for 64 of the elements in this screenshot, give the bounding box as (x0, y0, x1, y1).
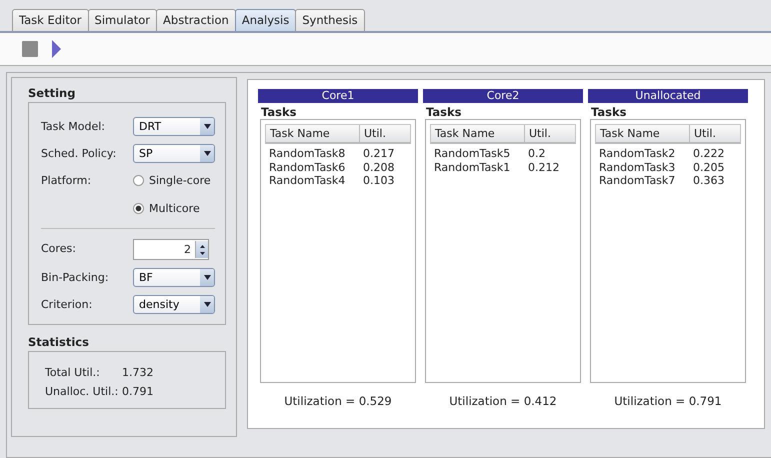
table-cell-text: RandomTask6 (268, 160, 346, 174)
table-cell-text: RandomTask1 (433, 160, 512, 174)
tab[interactable]: Task Editor (12, 9, 89, 31)
spinner-field[interactable]: 2 (133, 239, 209, 260)
field-label: Sched. Policy: (41, 146, 118, 162)
tab[interactable]: Abstraction (156, 9, 236, 31)
table-cell-text: RandomTask7 (598, 174, 676, 188)
radio-label[interactable]: Single-core (149, 171, 211, 190)
caret-icon (204, 275, 210, 280)
core-header: Unallocated (588, 89, 748, 103)
table-cell-text: 0.222 (692, 147, 726, 160)
stat-value: 0.791 (122, 385, 154, 398)
column-header[interactable]: Util. (360, 125, 410, 142)
core-header: Core2 (423, 89, 583, 103)
stop-icon[interactable] (20, 39, 40, 59)
utilization-text: Utilization = 0.412 (448, 394, 558, 408)
play-icon[interactable] (50, 39, 62, 59)
tasks-label: Tasks (425, 104, 462, 119)
table-cell-text: 0.363 (692, 174, 726, 188)
table-cell-text: RandomTask3 (598, 160, 676, 174)
column-header[interactable]: Task Name (266, 125, 360, 142)
table-cell-text: 0.208 (362, 160, 396, 174)
stat-label: Total Util.: (45, 366, 101, 379)
utilization-text: Utilization = 0.529 (283, 394, 393, 408)
tasks-label: Tasks (260, 104, 298, 119)
stat-label: Unalloc. Util.: (45, 385, 120, 398)
table-cell-text: 0.2 (527, 147, 546, 160)
table-cell-text: 0.217 (362, 147, 396, 160)
tasks-label: Tasks (590, 104, 628, 119)
caret-icon (204, 302, 210, 307)
stat-value: 1.732 (122, 366, 154, 379)
field-label: Task Model: (41, 119, 106, 135)
field-label: Criterion: (41, 297, 94, 313)
column-header[interactable]: Task Name (596, 125, 690, 142)
field-label: Cores: (41, 241, 77, 257)
utilization-text: Utilization = 0.791 (613, 394, 723, 408)
dropdown[interactable]: SP (133, 144, 215, 163)
table-cell-text: RandomTask4 (268, 174, 346, 188)
table-cell-text: RandomTask2 (598, 147, 676, 160)
tab[interactable]: Synthesis (295, 9, 365, 31)
caret-icon (204, 151, 210, 156)
dropdown[interactable]: density (133, 295, 215, 314)
column-header[interactable]: Task Name (431, 125, 525, 142)
tab[interactable]: Analysis (234, 9, 296, 31)
dropdown[interactable]: BF (133, 268, 215, 287)
dropdown[interactable]: DRT (133, 117, 215, 136)
radio-label[interactable]: Multicore (149, 199, 200, 218)
section-title: Setting (28, 86, 76, 100)
spinner-arrows-icon (198, 242, 206, 256)
table-cell-text: 0.103 (362, 174, 396, 188)
table-cell-text: RandomTask5 (433, 147, 512, 160)
table-cell-text: RandomTask8 (268, 147, 346, 160)
column-header[interactable]: Util. (525, 125, 575, 142)
table-cell-text: 0.205 (692, 160, 726, 174)
radio-button[interactable] (133, 175, 144, 186)
caret-icon (204, 124, 210, 129)
section-title: Statistics (28, 335, 90, 349)
tab[interactable]: Simulator (88, 9, 158, 31)
radio-button[interactable] (133, 203, 144, 214)
core-header: Core1 (258, 89, 418, 103)
table-cell-text: 0.212 (527, 160, 560, 174)
column-header[interactable]: Util. (690, 125, 740, 142)
field-label: Bin-Packing: (41, 270, 110, 286)
field-label: Platform: (41, 173, 92, 189)
